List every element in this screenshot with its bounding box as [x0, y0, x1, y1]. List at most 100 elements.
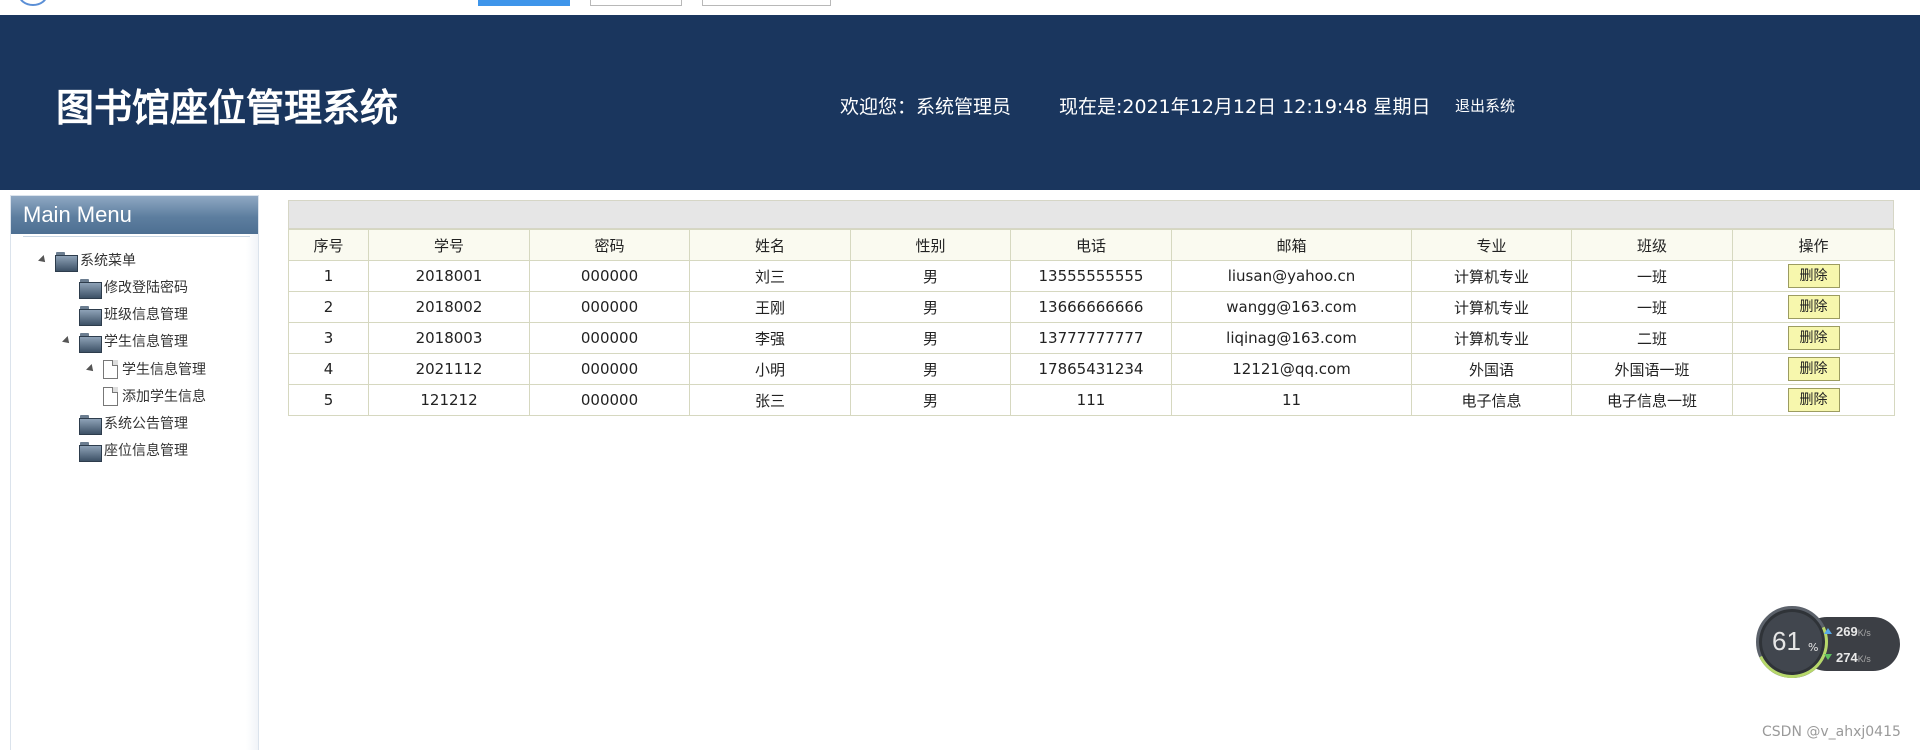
cell-class: 外国语一班: [1571, 353, 1733, 385]
delete-button[interactable]: 删除: [1787, 295, 1840, 319]
cell-phone: 13555555555: [1010, 260, 1172, 292]
cell-student-id: 2018001: [368, 260, 530, 292]
upload-unit: K/s: [1857, 628, 1871, 638]
cell-gender: 男: [850, 353, 1011, 385]
tree-item-label: 座位信息管理: [104, 443, 188, 459]
cell-phone: 111: [1010, 384, 1172, 416]
column-header: 性别: [850, 229, 1011, 261]
cell-student-id: 121212: [368, 384, 530, 416]
cell-gender: 男: [850, 291, 1011, 323]
table-row: 5 121212 000000 张三 男 111 11 电子信息 电子信息一班 …: [288, 384, 1895, 416]
watermark: CSDN @v_ahxj0415: [1762, 724, 1901, 740]
app-logo-icon: [18, 0, 48, 6]
usage-percent: 61: [1772, 626, 1801, 656]
main-content: 序号 学号 密码 姓名 性别 电话 邮箱 专业 班级 操作 1 2018001 …: [288, 200, 1895, 416]
cell-name: 小明: [689, 353, 851, 385]
page-header: 图书馆座位管理系统 欢迎您：系统管理员 现在是:2021年12月12日 12:1…: [0, 15, 1920, 190]
expanded-triangle-icon[interactable]: [86, 364, 96, 374]
network-speed-widget[interactable]: 61 % 269K/s 274K/s: [1745, 595, 1906, 689]
folder-icon: [79, 333, 102, 353]
collapsed-triangle-icon[interactable]: [62, 280, 69, 292]
cell-phone: 17865431234: [1010, 353, 1172, 385]
column-header: 电话: [1010, 229, 1172, 261]
tree-item-notice-management[interactable]: 系统公告管理: [62, 411, 188, 435]
folder-icon: [79, 306, 102, 326]
collapsed-triangle-icon[interactable]: [62, 307, 69, 319]
cell-password: 000000: [529, 322, 690, 354]
tree-root[interactable]: 系统菜单: [38, 248, 136, 272]
cell-major: 计算机专业: [1411, 260, 1572, 292]
cell-gender: 男: [850, 322, 1011, 354]
cell-password: 000000: [529, 291, 690, 323]
cell-password: 000000: [529, 384, 690, 416]
welcome-text: 欢迎您：系统管理员: [840, 96, 1012, 118]
collapsed-triangle-icon[interactable]: [86, 389, 93, 401]
tree-item-label: 班级信息管理: [104, 307, 188, 323]
table-row: 3 2018003 000000 李强 男 13777777777 liqina…: [288, 322, 1895, 354]
table-row: 4 2021112 000000 小明 男 17865431234 12121@…: [288, 353, 1895, 385]
table-header-row: 序号 学号 密码 姓名 性别 电话 邮箱 专业 班级 操作: [288, 229, 1895, 261]
expanded-triangle-icon[interactable]: [62, 336, 72, 346]
cell-major: 计算机专业: [1411, 322, 1572, 354]
system-title: 图书馆座位管理系统: [56, 86, 399, 130]
student-table: 序号 学号 密码 姓名 性别 电话 邮箱 专业 班级 操作 1 2018001 …: [288, 229, 1895, 416]
file-icon: [103, 360, 118, 379]
menu-divider: [23, 236, 250, 237]
delete-button[interactable]: 删除: [1787, 326, 1840, 350]
cell-class: 一班: [1571, 291, 1733, 323]
column-header: 班级: [1571, 229, 1733, 261]
cell-student-id: 2021112: [368, 353, 530, 385]
cell-index: 2: [288, 291, 369, 323]
table-row: 1 2018001 000000 刘三 男 13555555555 liusan…: [288, 260, 1895, 292]
upload-arrow-icon: [1824, 628, 1832, 634]
column-header: 学号: [368, 229, 530, 261]
cell-email: 12121@qq.com: [1171, 353, 1412, 385]
download-value: 274: [1836, 650, 1858, 665]
download-unit: K/s: [1857, 654, 1871, 664]
expanded-triangle-icon[interactable]: [38, 255, 48, 265]
tree-subitem-add-student[interactable]: 添加学生信息: [86, 384, 206, 406]
column-header: 邮箱: [1171, 229, 1412, 261]
folder-icon: [79, 442, 102, 462]
cell-action: 删除: [1732, 353, 1895, 385]
tree-item-label: 学生信息管理: [104, 334, 188, 350]
tree-subitem-student-info[interactable]: 学生信息管理: [86, 357, 206, 379]
column-header: 密码: [529, 229, 690, 261]
tree-item-student-management[interactable]: 学生信息管理: [62, 329, 188, 353]
sidebar: Main Menu 系统菜单 修改登陆密码 班级信息管理 学生信息管理 学生信息…: [10, 195, 259, 750]
cell-student-id: 2018003: [368, 322, 530, 354]
top-tab-active[interactable]: [478, 0, 570, 6]
cell-major: 电子信息: [1411, 384, 1572, 416]
folder-icon: [55, 252, 78, 272]
column-header: 序号: [288, 229, 369, 261]
file-icon: [103, 387, 118, 406]
folder-icon: [79, 415, 102, 435]
collapsed-triangle-icon[interactable]: [62, 443, 69, 455]
top-tab-2[interactable]: [590, 0, 682, 6]
tree-item-change-password[interactable]: 修改登陆密码: [62, 275, 188, 299]
upload-speed: 269K/s: [1836, 624, 1871, 639]
column-header: 专业: [1411, 229, 1572, 261]
cell-name: 王刚: [689, 291, 851, 323]
tree-item-label: 修改登陆密码: [104, 280, 188, 296]
tree-item-seat-management[interactable]: 座位信息管理: [62, 438, 188, 462]
collapsed-triangle-icon[interactable]: [62, 416, 69, 428]
cell-gender: 男: [850, 384, 1011, 416]
delete-button[interactable]: 删除: [1787, 357, 1840, 381]
logout-link[interactable]: 退出系统: [1455, 95, 1515, 116]
tree-item-class-management[interactable]: 班级信息管理: [62, 302, 188, 326]
cell-phone: 13777777777: [1010, 322, 1172, 354]
usage-percent-sign: %: [1808, 641, 1819, 654]
tree-root-label: 系统菜单: [80, 253, 136, 269]
top-tab-3[interactable]: [702, 0, 831, 6]
cell-action: 删除: [1732, 291, 1895, 323]
cell-password: 000000: [529, 260, 690, 292]
tree-subitem-label: 添加学生信息: [122, 389, 206, 405]
cell-name: 刘三: [689, 260, 851, 292]
cell-index: 1: [288, 260, 369, 292]
cell-email: liqinag@163.com: [1171, 322, 1412, 354]
download-arrow-icon: [1824, 654, 1832, 660]
delete-button[interactable]: 删除: [1787, 388, 1840, 412]
delete-button[interactable]: 删除: [1787, 264, 1840, 288]
download-speed: 274K/s: [1836, 650, 1871, 665]
